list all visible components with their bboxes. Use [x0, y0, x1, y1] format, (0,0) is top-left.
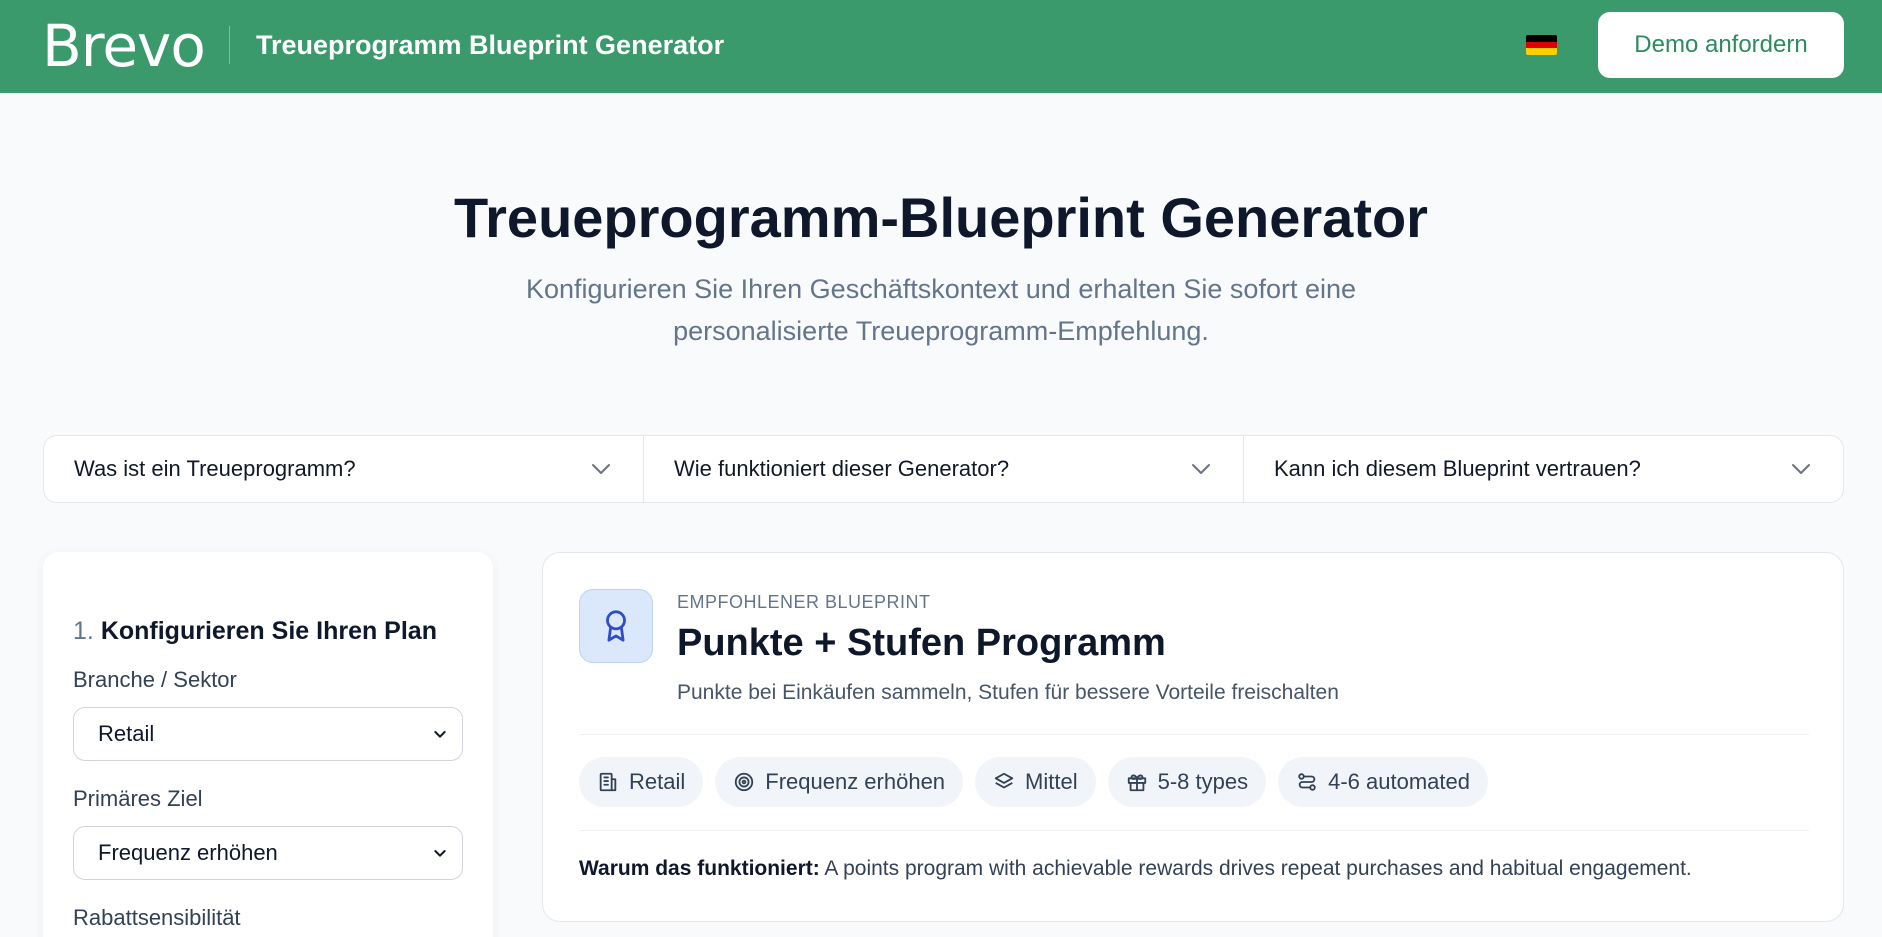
chevron-down-icon — [592, 464, 610, 474]
award-ribbon-icon — [579, 589, 653, 663]
faq-what-is-loyalty[interactable]: Was ist ein Treueprogramm? — [44, 436, 644, 502]
blueprint-card: EMPFOHLENER BLUEPRINT Punkte + Stufen Pr… — [542, 552, 1844, 922]
industry-select-value: Retail — [98, 721, 155, 746]
chevron-down-icon — [1192, 464, 1210, 474]
top-navigation-bar: Brevo Treueprogramm Blueprint Generator … — [0, 0, 1882, 93]
flag-de-icon[interactable] — [1526, 35, 1557, 55]
tag-complexity: Mittel — [975, 757, 1096, 807]
faq-label: Was ist ein Treueprogramm? — [74, 456, 356, 481]
divider — [579, 734, 1809, 735]
chevron-down-icon — [434, 850, 446, 857]
header-divider — [229, 26, 230, 64]
config-panel: 1. Konfigurieren Sie Ihren Plan Branche … — [43, 552, 493, 937]
why-it-works: Warum das funktioniert: A points program… — [579, 855, 1692, 883]
tag-industry: Retail — [579, 757, 704, 807]
demo-request-button[interactable]: Demo anfordern — [1598, 12, 1844, 78]
why-text: A points program with achievable rewards… — [824, 857, 1692, 880]
app-title: Treueprogramm Blueprint Generator — [256, 30, 725, 60]
primary-goal-label: Primäres Ziel — [73, 786, 203, 811]
page-title: Treueprogramm-Blueprint Generator — [454, 186, 1428, 249]
divider — [579, 830, 1809, 831]
workflow-icon — [1298, 773, 1316, 791]
chevron-down-icon — [434, 731, 446, 738]
building-icon — [599, 772, 617, 792]
faq-accordion-bar: Was ist ein Treueprogramm? Wie funktioni… — [43, 435, 1844, 503]
tag-goal: Frequenz erhöhen — [715, 757, 964, 807]
step-number: 1. — [73, 617, 94, 645]
industry-select[interactable]: Retail — [73, 707, 463, 761]
faq-trust-blueprint[interactable]: Kann ich diesem Blueprint vertrauen? — [1244, 436, 1843, 502]
config-heading-text: Konfigurieren Sie Ihren Plan — [100, 617, 437, 645]
faq-how-generator-works[interactable]: Wie funktioniert dieser Generator? — [644, 436, 1244, 502]
tag-label: 4-6 automated — [1328, 769, 1470, 794]
tag-label: 5-8 types — [1157, 769, 1249, 794]
blueprint-description: Punkte bei Einkäufen sammeln, Stufen für… — [677, 681, 1339, 704]
page-subtitle: Konfigurieren Sie Ihren Geschäftskontext… — [526, 274, 1356, 346]
gift-icon — [1127, 774, 1146, 792]
primary-goal-select[interactable]: Frequenz erhöhen — [73, 826, 463, 880]
blueprint-title: Punkte + Stufen Programm — [677, 622, 1166, 664]
industry-label: Branche / Sektor — [73, 667, 237, 692]
blueprint-tags: Retail Frequenz erhöhen Mittel 5-8 types… — [579, 757, 1488, 807]
config-heading: 1. Konfigurieren Sie Ihren Plan — [73, 615, 437, 647]
target-icon — [735, 772, 754, 792]
faq-label: Kann ich diesem Blueprint vertrauen? — [1274, 456, 1641, 481]
faq-label: Wie funktioniert dieser Generator? — [674, 456, 1010, 481]
tag-automations: 4-6 automated — [1278, 757, 1488, 807]
chevron-down-icon — [1792, 464, 1810, 474]
tag-label: Mittel — [1025, 769, 1078, 794]
tag-reward-types: 5-8 types — [1107, 757, 1267, 807]
tag-label: Retail — [629, 769, 686, 794]
tag-label: Frequenz erhöhen — [765, 769, 946, 794]
why-label: Warum das funktioniert: — [579, 857, 820, 880]
primary-goal-select-value: Frequenz erhöhen — [98, 840, 278, 865]
brevo-logo[interactable]: Brevo — [42, 16, 206, 76]
blueprint-eyebrow: EMPFOHLENER BLUEPRINT — [677, 592, 931, 612]
discount-sensitivity-label: Rabattsensibilität — [73, 905, 241, 930]
layers-icon — [994, 772, 1014, 789]
